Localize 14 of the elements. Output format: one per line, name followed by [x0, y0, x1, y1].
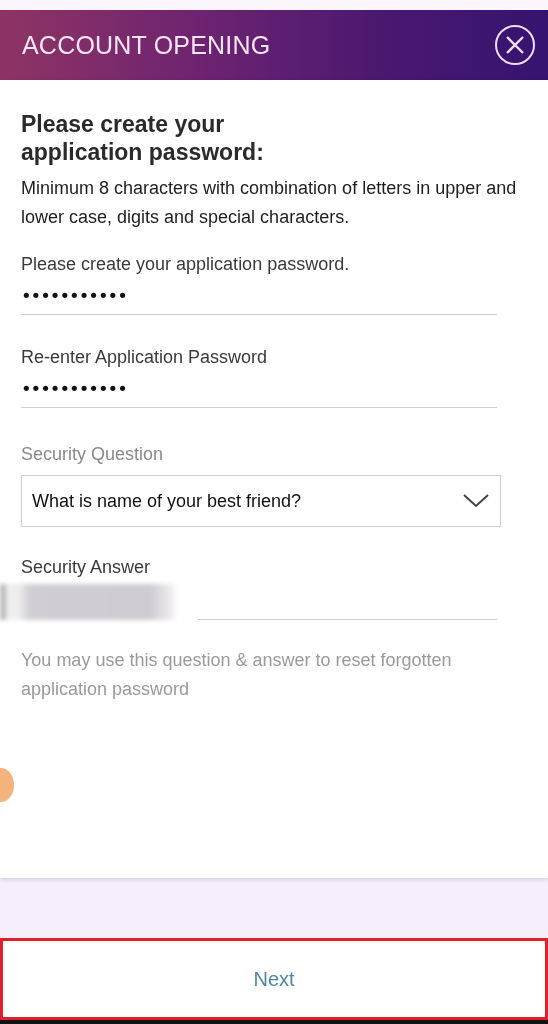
field-label: Re-enter Application Password	[21, 347, 269, 368]
password-instructions: Minimum 8 characters with combination of letters in upper and lower case, digits and special characters.	[21, 177, 518, 229]
next-button[interactable]: Next	[0, 938, 548, 1020]
field-label: Security Question	[21, 444, 165, 465]
security-question-dropdown[interactable]: What is name of your best friend?	[21, 475, 501, 527]
password-field[interactable]: •••••••••••	[21, 281, 497, 315]
close-icon[interactable]	[494, 24, 536, 66]
password-field[interactable]: •••••••••••	[21, 374, 497, 408]
page-heading: Please create your application password:	[21, 110, 265, 166]
header-title: ACCOUNT OPENING	[22, 30, 271, 60]
field-label: Security Answer	[21, 557, 152, 578]
hint-text: You may use this question & answer to reset forgotten application password	[21, 649, 453, 701]
field-label: Please create your application password.	[21, 254, 351, 275]
chevron-down-icon	[462, 493, 490, 509]
